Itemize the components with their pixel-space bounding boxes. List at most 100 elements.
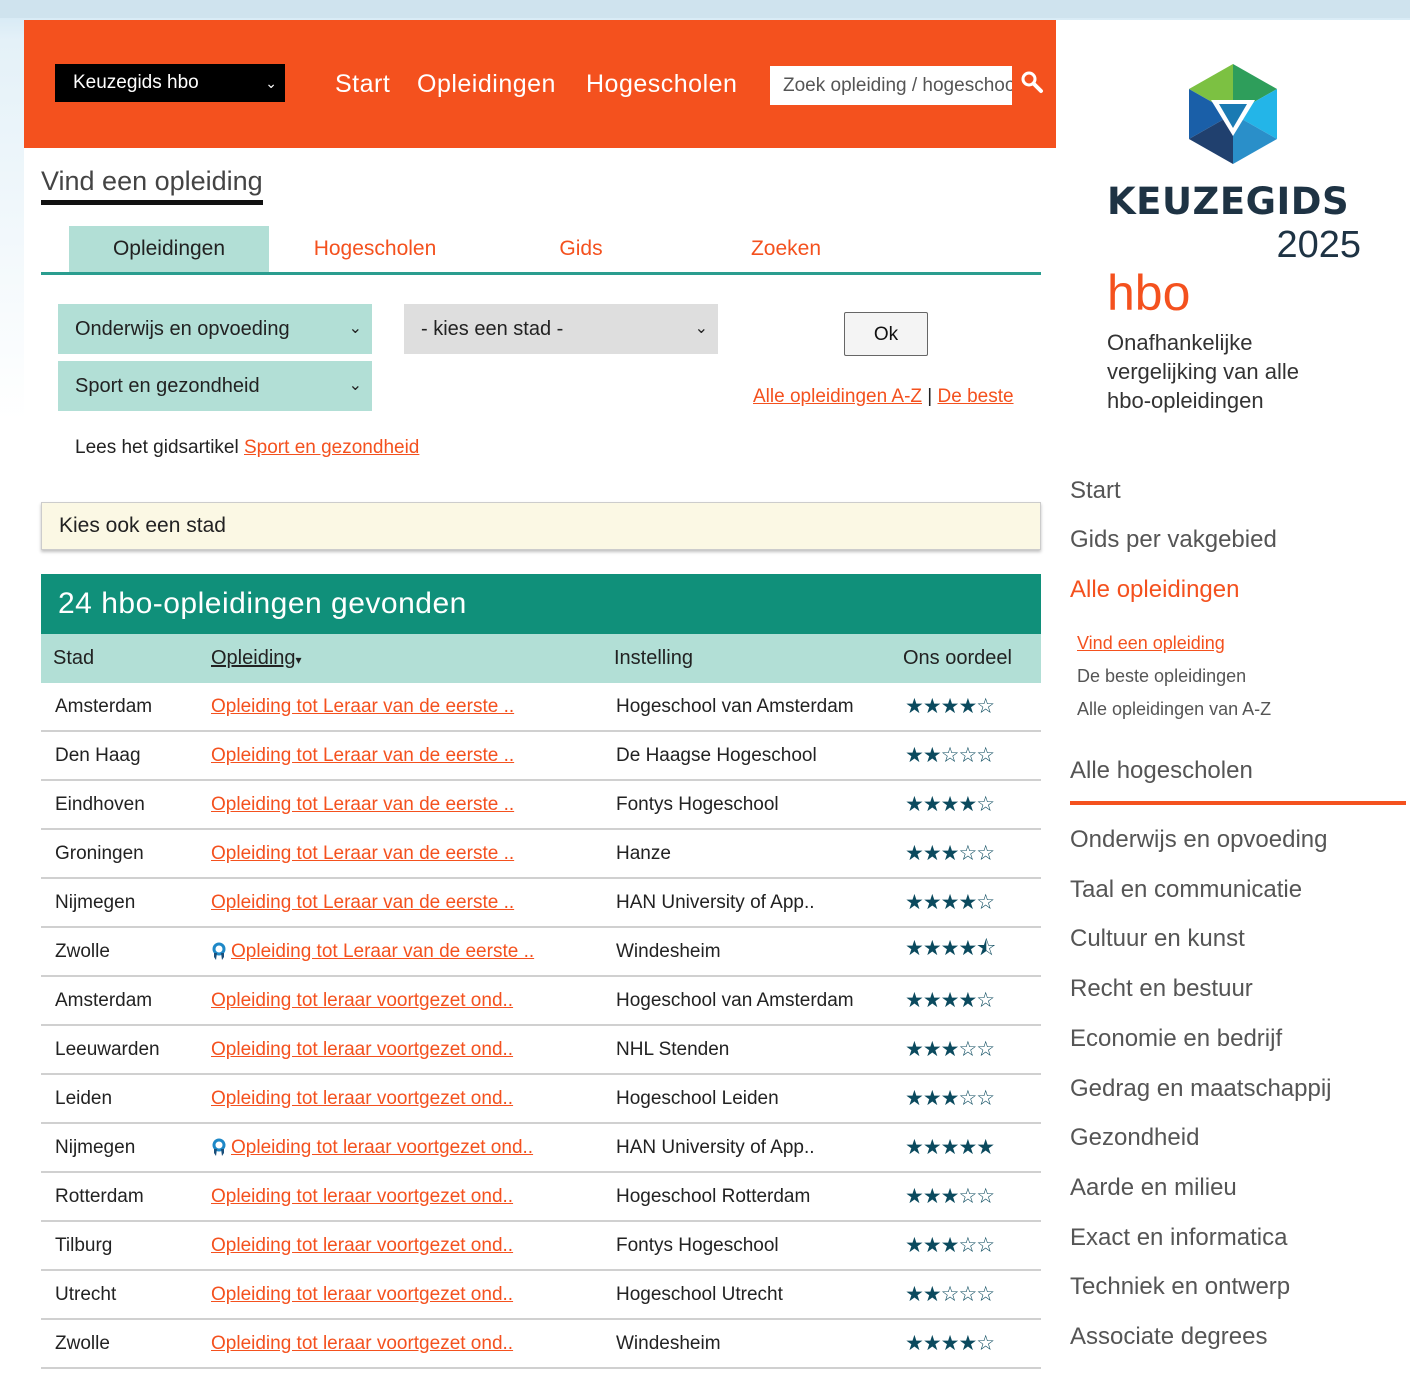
nav-opleidingen[interactable]: Opleidingen (417, 70, 556, 99)
cell-program: Opleiding tot leraar voortgezet ond.. (199, 1172, 602, 1222)
sidebar-field-6[interactable]: Gezondheid (1070, 1124, 1199, 1152)
cell-institution: Hogeschool Utrecht (602, 1270, 891, 1320)
program-link[interactable]: Opleiding tot leraar voortgezet ond.. (211, 1186, 513, 1207)
program-link[interactable]: Opleiding tot leraar voortgezet ond.. (231, 1137, 533, 1158)
link-all-az[interactable]: Alle opleidingen A-Z (753, 386, 922, 407)
sidebar-field-7[interactable]: Aarde en milieu (1070, 1174, 1237, 1202)
award-icon (212, 1138, 226, 1156)
logo-year: 2025 (1276, 224, 1361, 266)
table-row: Leeuwarden Opleiding tot leraar voortgeze… (41, 1025, 1041, 1075)
sidebar-field-2[interactable]: Cultuur en kunst (1070, 925, 1245, 953)
cell-program: Opleiding tot leraar voortgezet ond.. (199, 976, 602, 1026)
program-link[interactable]: Opleiding tot Leraar van de eerste .. (231, 941, 534, 962)
program-link[interactable]: Opleiding tot Leraar van de eerste .. (211, 843, 514, 864)
program-link[interactable]: Opleiding tot leraar voortgezet ond.. (211, 990, 513, 1011)
sidebar-sub-az[interactable]: Alle opleidingen van A-Z (1077, 699, 1271, 720)
sidebar-item-alle-opleidingen[interactable]: Alle opleidingen (1070, 576, 1239, 604)
search-input[interactable]: Zoek opleiding / hogeschool (770, 66, 1012, 105)
site-select[interactable]: Keuzegids hbo ⌄ (55, 64, 285, 102)
city-select-value: - kies een stad - (421, 318, 564, 340)
city-select[interactable]: - kies een stad - ⌄ (404, 304, 718, 354)
sidebar-field-4[interactable]: Economie en bedrijf (1070, 1025, 1282, 1053)
sidebar-sub-vind[interactable]: Vind een opleiding (1077, 633, 1225, 654)
page: Keuzegids hbo ⌄ Start Opleidingen Hogesc… (24, 20, 1410, 1378)
cell-city: Amsterdam (41, 976, 199, 1026)
city-filter-box[interactable]: Kies ook een stad (41, 502, 1041, 550)
table-row: Leiden Opleiding tot leraar voortgezet on… (41, 1074, 1041, 1124)
program-link[interactable]: Opleiding tot leraar voortgezet ond.. (211, 1235, 513, 1256)
cell-institution: Windesheim (602, 1319, 891, 1369)
search-icon[interactable] (1020, 70, 1044, 94)
area-select-value: Onderwijs en opvoeding (75, 318, 290, 340)
article-link[interactable]: Sport en gezondheid (244, 437, 419, 458)
program-link[interactable]: Opleiding tot leraar voortgezet ond.. (211, 1039, 513, 1060)
tab-hogescholen[interactable]: Hogescholen (275, 226, 475, 272)
col-opleiding[interactable]: Opleiding▾ (199, 634, 602, 683)
tab-zoeken[interactable]: Zoeken (686, 226, 886, 272)
cell-program: Opleiding tot Leraar van de eerste .. (199, 731, 602, 781)
cell-city: Nijmegen (41, 1123, 199, 1173)
cell-city: Leeuwarden (41, 1025, 199, 1075)
rating-stars: ★★★★☆ (905, 793, 995, 816)
col-stad: Stad (41, 634, 199, 683)
cell-city: Tilburg (41, 1221, 199, 1271)
tab-opleidingen[interactable]: Opleidingen (69, 226, 269, 272)
rating-stars: ★★★☆☆ (905, 1234, 995, 1257)
logo-cube-icon (1189, 64, 1277, 164)
sidebar-item-hogescholen[interactable]: Alle hogescholen (1070, 757, 1253, 785)
tab-bar: Opleidingen Hogescholen Gids Zoeken (41, 226, 1041, 275)
cell-city: Eindhoven (41, 780, 199, 830)
sidebar-field-1[interactable]: Taal en communicatie (1070, 876, 1302, 904)
cell-city: Den Haag (41, 731, 199, 781)
program-link[interactable]: Opleiding tot leraar voortgezet ond.. (211, 1333, 513, 1354)
cell-institution: HAN University of App.. (602, 878, 891, 928)
cell-rating: ★★☆☆☆ (891, 1270, 1041, 1320)
tab-gids[interactable]: Gids (481, 226, 681, 272)
cell-rating: ★★★★⯪ (891, 927, 1041, 977)
table-row: Amsterdam Opleiding tot leraar voortgezet… (41, 976, 1041, 1026)
cell-program: Opleiding tot leraar voortgezet ond.. (199, 1123, 602, 1173)
sidebar-field-3[interactable]: Recht en bestuur (1070, 975, 1253, 1003)
cell-rating: ★★★☆☆ (891, 1221, 1041, 1271)
sidebar-field-8[interactable]: Exact en informatica (1070, 1224, 1287, 1252)
program-link[interactable]: Opleiding tot Leraar van de eerste .. (211, 745, 514, 766)
article-prefix: Lees het gidsartikel (75, 437, 244, 458)
program-link[interactable]: Opleiding tot Leraar van de eerste .. (211, 892, 514, 913)
field-select[interactable]: Sport en gezondheid ⌄ (58, 361, 372, 411)
sidebar-field-0[interactable]: Onderwijs en opvoeding (1070, 826, 1328, 854)
cell-institution: Hogeschool Rotterdam (602, 1172, 891, 1222)
cell-program: Opleiding tot leraar voortgezet ond.. (199, 1270, 602, 1320)
chevron-down-icon: ⌄ (694, 320, 708, 337)
keuzegids-logo[interactable]: KEUZEGIDS 2025 hbo Onafhankelijke vergel… (1107, 64, 1367, 424)
area-select[interactable]: Onderwijs en opvoeding ⌄ (58, 304, 372, 354)
cell-institution: Fontys Hogeschool (602, 1221, 891, 1271)
chevron-down-icon: ⌄ (265, 75, 277, 91)
nav-start[interactable]: Start (335, 70, 390, 99)
program-link[interactable]: Opleiding tot Leraar van de eerste .. (211, 794, 514, 815)
rating-stars: ★★☆☆☆ (905, 744, 995, 767)
link-best[interactable]: De beste (938, 386, 1014, 407)
cell-rating: ★★★★☆ (891, 1319, 1041, 1369)
sidebar-item-gids[interactable]: Gids per vakgebied (1070, 526, 1277, 554)
program-link[interactable]: Opleiding tot leraar voortgezet ond.. (211, 1284, 513, 1305)
cell-city: Leiden (41, 1074, 199, 1124)
cell-program: Opleiding tot Leraar van de eerste .. (199, 878, 602, 928)
table-header-row: Stad Opleiding▾ Instelling Ons oordeel (41, 634, 1041, 683)
program-link[interactable]: Opleiding tot leraar voortgezet ond.. (211, 1088, 513, 1109)
sidebar-field-9[interactable]: Techniek en ontwerp (1070, 1273, 1290, 1301)
ok-button[interactable]: Ok (844, 312, 928, 356)
sidebar-item-start[interactable]: Start (1070, 477, 1121, 505)
table-row: Groningen Opleiding tot Leraar van de eer… (41, 829, 1041, 879)
cell-rating: ★★★★★ (891, 1123, 1041, 1173)
program-link[interactable]: Opleiding tot Leraar van de eerste .. (211, 696, 514, 717)
nav-hogescholen[interactable]: Hogescholen (586, 70, 737, 99)
sidebar-field-10[interactable]: Associate degrees (1070, 1323, 1267, 1351)
table-row: Eindhoven Opleiding tot Leraar van de eer… (41, 780, 1041, 830)
cell-city: Nijmegen (41, 878, 199, 928)
cell-rating: ★★★☆☆ (891, 1025, 1041, 1075)
sidebar-sub-beste[interactable]: De beste opleidingen (1077, 666, 1246, 687)
sidebar-field-5[interactable]: Gedrag en maatschappij (1070, 1075, 1332, 1103)
sort-opleiding[interactable]: Opleiding (211, 647, 296, 669)
table-row: Den Haag Opleiding tot Leraar van de eers… (41, 731, 1041, 781)
table-row: Nijmegen Opleiding tot Leraar van de eers… (41, 878, 1041, 928)
